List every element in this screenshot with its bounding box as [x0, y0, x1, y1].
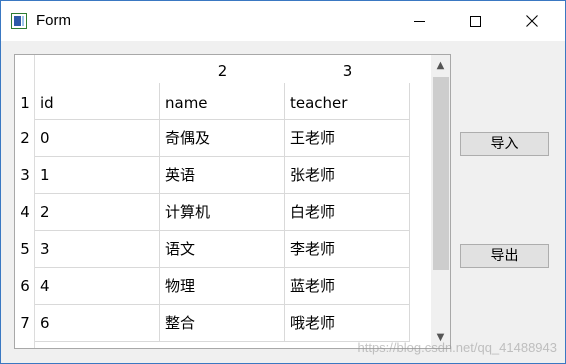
window-title: Form [36, 12, 71, 29]
table-cell[interactable]: 白老师 [285, 194, 410, 231]
row-header[interactable]: 3 [15, 157, 35, 194]
app-window-icon [11, 13, 27, 29]
scrollbar-thumb[interactable] [433, 77, 449, 270]
column-header[interactable]: 2 [160, 55, 285, 83]
table-cell[interactable]: 语文 [160, 231, 285, 268]
minimize-button[interactable] [396, 1, 442, 41]
table-cell[interactable]: 4 [35, 268, 160, 305]
row-header-column: 1234567 [15, 55, 35, 348]
table-cell[interactable]: 李老师 [285, 231, 410, 268]
table-cell[interactable]: 计算机 [160, 194, 285, 231]
vertical-scrollbar[interactable]: ▲ ▼ [431, 55, 450, 348]
table-body: 2 3 id name teacher 0 奇偶及 王老师 1 英语 张老师 2 计算机 白老师 3 语文 李老… [35, 55, 431, 348]
table-cell[interactable]: name [160, 83, 285, 120]
table-cell[interactable]: 物理 [160, 268, 285, 305]
table-cell[interactable]: 0 [35, 120, 160, 157]
table-cell[interactable]: 英语 [160, 157, 285, 194]
table-cell[interactable]: 张老师 [285, 157, 410, 194]
table-cell[interactable]: 3 [35, 231, 160, 268]
title-bar[interactable]: Form [1, 1, 565, 41]
column-header[interactable] [35, 55, 160, 83]
table-cell[interactable]: 蓝老师 [285, 268, 410, 305]
maximize-button[interactable] [452, 1, 498, 41]
form-window: Form 1234567 2 3 id name teacher 0 奇偶及 王老师 1 英语 张老… [1, 1, 565, 363]
scroll-up-icon[interactable]: ▲ [431, 57, 450, 74]
watermark-text: https://blog.csdn.net/qq_41488943 [357, 340, 558, 355]
import-button[interactable]: 导入 [460, 132, 549, 156]
row-header[interactable]: 5 [15, 231, 35, 268]
table-cell[interactable]: 王老师 [285, 120, 410, 157]
table-cell[interactable]: teacher [285, 83, 410, 120]
table-cell[interactable]: id [35, 83, 160, 120]
row-header[interactable]: 2 [15, 120, 35, 157]
close-icon [526, 15, 538, 27]
row-header[interactable]: 6 [15, 268, 35, 305]
row-header[interactable]: 1 [15, 83, 35, 120]
minimize-icon [413, 20, 425, 22]
table-cell[interactable]: 6 [35, 305, 160, 342]
close-button[interactable] [509, 1, 555, 41]
row-header[interactable]: 7 [15, 305, 35, 342]
data-table[interactable]: 1234567 2 3 id name teacher 0 奇偶及 王老师 1 英语 张老师 2 计算机… [14, 54, 451, 349]
table-cell[interactable]: 2 [35, 194, 160, 231]
row-header[interactable]: 4 [15, 194, 35, 231]
maximize-icon [469, 15, 481, 27]
table-cell[interactable]: 1 [35, 157, 160, 194]
table-cell[interactable]: 整合 [160, 305, 285, 342]
table-cell[interactable]: 奇偶及 [160, 120, 285, 157]
export-button[interactable]: 导出 [460, 244, 549, 268]
table-cell[interactable]: 哦老师 [285, 305, 410, 342]
column-header[interactable]: 3 [285, 55, 410, 83]
